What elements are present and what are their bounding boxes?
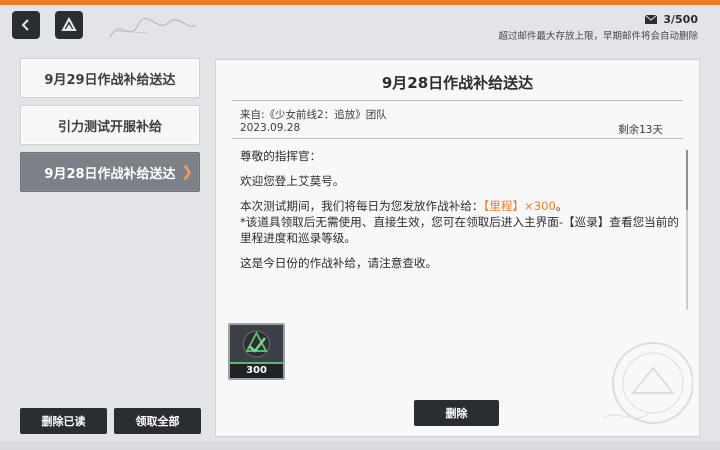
mail-count: 3/500 [645, 13, 698, 26]
mail-list: 9月29日作战补给送达 引力测试开服补给 9月28日作战补给送达 ❯ [20, 58, 200, 199]
envelope-icon [645, 15, 658, 24]
mail-limit-note: 超过邮件最大存放上限，早期邮件将会自动删除 [498, 31, 698, 42]
mail-remaining-time: 剩余13天 [618, 124, 663, 136]
reward-quantity: 300 [230, 364, 283, 378]
mail-welcome: 欢迎您登上艾莫号。 [240, 174, 345, 188]
triangle-logo-icon [61, 17, 77, 31]
back-button[interactable] [12, 11, 40, 39]
mail-list-item-selected[interactable]: 9月28日作战补给送达 ❯ [20, 152, 200, 192]
signature-decoration [109, 18, 197, 38]
mail-body-suffix: 。 [555, 199, 568, 213]
mileage-icon [243, 330, 270, 358]
chevron-right-icon: ❯ [181, 164, 193, 180]
mail-body-line: 本次测试期间，我们将每日为您发放作战补给：【里程】×300。 [240, 198, 680, 214]
scrollbar-thumb[interactable] [686, 150, 688, 210]
chevron-left-icon [21, 19, 29, 31]
delete-button[interactable]: 删除 [414, 400, 499, 426]
mail-body-prefix: 本次测试期间，我们将每日为您发放作战补给： [240, 199, 484, 213]
claim-all-button[interactable]: 领取全部 [114, 408, 201, 434]
title-divider [232, 100, 683, 101]
mail-date: 2023.09.28 [240, 122, 301, 134]
stamp-decoration [602, 342, 693, 424]
reward-item[interactable]: 300 [228, 323, 285, 380]
mileage-highlight: 【里程】×300 [483, 199, 556, 213]
mail-item-title: 9月29日作战补给送达 [44, 72, 176, 88]
mail-sender: 来自:《少女前线2：追放》团队 [240, 109, 387, 121]
top-bar: 3/500 超过邮件最大存放上限，早期邮件将会自动删除 [0, 5, 720, 45]
mail-list-item[interactable]: 引力测试开服补给 [20, 105, 200, 145]
mail-list-item[interactable]: 9月29日作战补给送达 [20, 58, 200, 98]
mail-note: *该道具领取后无需使用、直接生效，您可在领取后进入主界面-【巡录】查看您当前的里… [240, 215, 679, 245]
footer-strip [0, 441, 720, 450]
mail-count-text: 3/500 [663, 13, 698, 26]
mail-detail-panel: 9月28日作战补给送达 来自:《少女前线2：追放》团队 2023.09.28 剩… [215, 59, 700, 437]
delete-read-button[interactable]: 删除已读 [20, 408, 107, 434]
mail-item-title: 引力测试开服补给 [57, 119, 162, 135]
mail-closing: 这是今日份的作战补给，请注意查收。 [240, 256, 438, 270]
mail-greeting: 尊敬的指挥官： [240, 149, 322, 163]
mail-body: 尊敬的指挥官： 欢迎您登上艾莫号。 本次测试期间，我们将每日为您发放作战补给：【… [240, 148, 680, 280]
mail-item-title: 9月28日作战补给送达 [44, 166, 176, 182]
home-button[interactable] [55, 11, 83, 39]
mail-title: 9月28日作战补给送达 [381, 74, 534, 92]
meta-divider [232, 138, 683, 139]
